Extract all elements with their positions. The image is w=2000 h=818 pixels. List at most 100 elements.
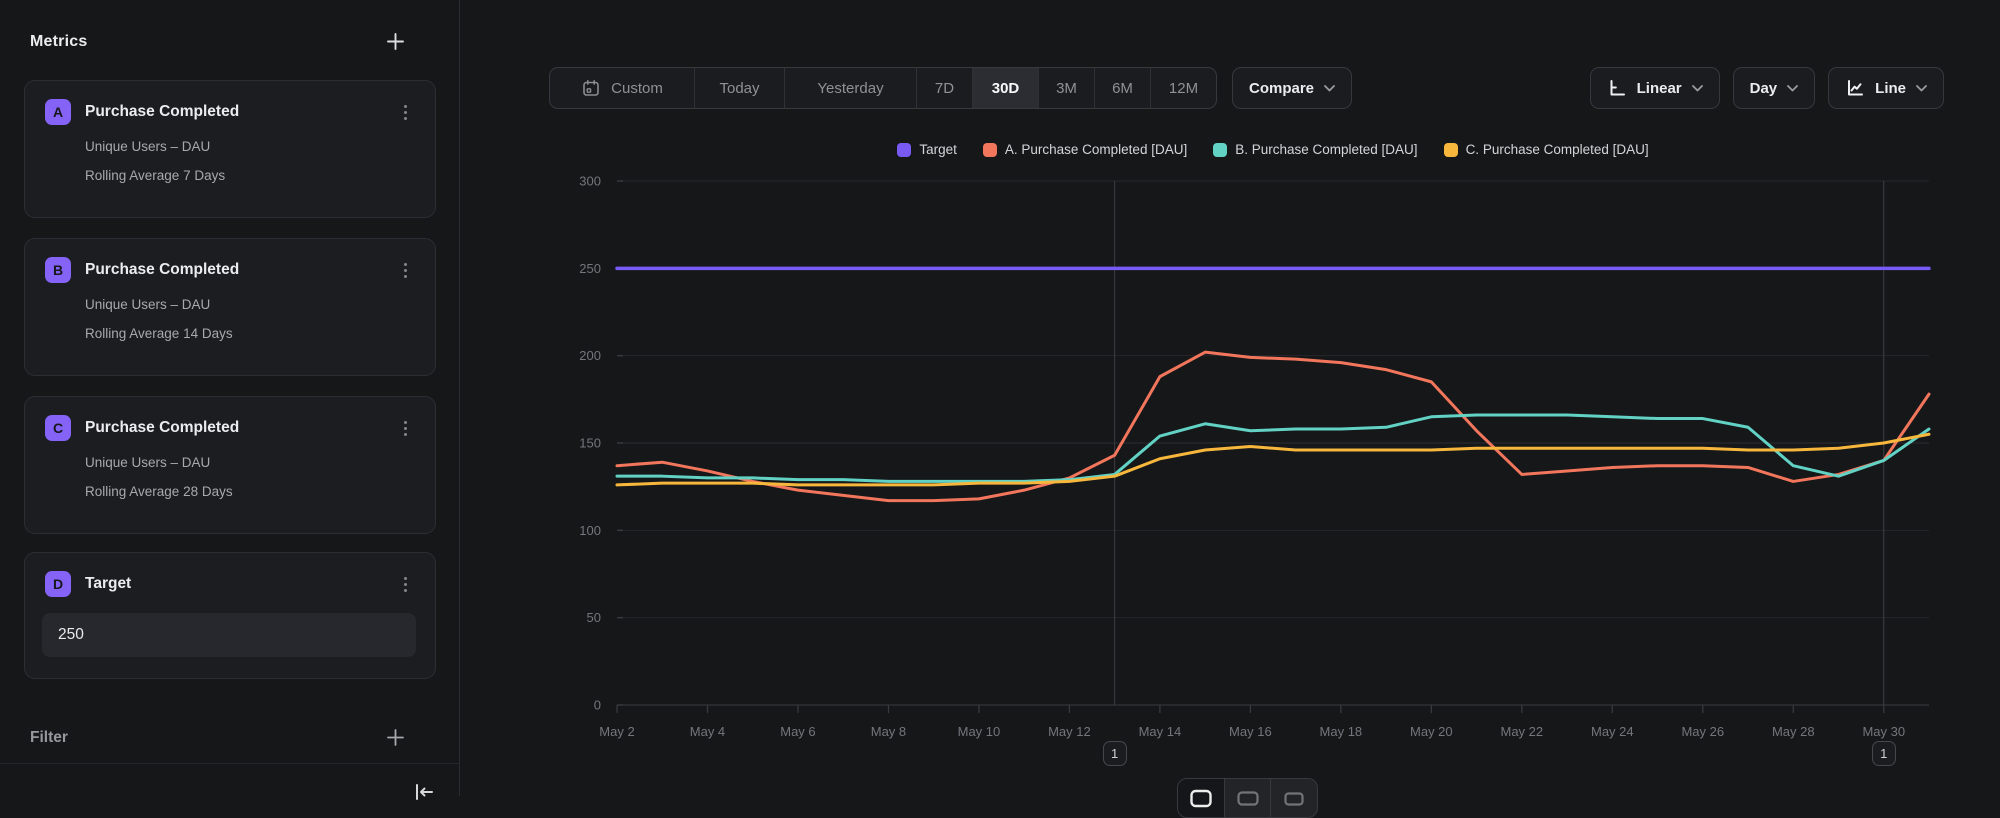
metric-badge: B [45,257,71,283]
svg-text:May 12: May 12 [1048,724,1091,739]
add-metric-button[interactable] [384,30,407,53]
metric-transform: Rolling Average 7 Days [85,168,417,183]
chart-type-button[interactable]: Line [1828,67,1944,109]
range-30d[interactable]: 30D [972,68,1038,108]
chevron-down-icon [1787,85,1798,92]
kebab-vertical-icon [404,111,407,114]
metric-menu-button[interactable] [393,258,417,282]
svg-text:May 16: May 16 [1229,724,1272,739]
chevron-down-icon [1324,85,1335,92]
svg-text:May 20: May 20 [1410,724,1453,739]
target-value-input[interactable] [42,613,416,657]
target-card-header: D Target [45,571,417,597]
svg-text:May 24: May 24 [1591,724,1634,739]
metric-card-a[interactable]: A Purchase Completed Unique Users – DAU … [24,80,436,218]
range-today[interactable]: Today [694,68,784,108]
metric-card-header: B Purchase Completed [45,257,417,283]
scale-label: Linear [1637,80,1682,97]
compare-label: Compare [1249,80,1314,97]
range-yesterday[interactable]: Yesterday [784,68,916,108]
filter-label: Filter [30,729,68,747]
svg-text:May 18: May 18 [1320,724,1363,739]
svg-text:150: 150 [579,436,601,451]
metric-measure: Unique Users – DAU [85,455,417,470]
metric-card-header: C Purchase Completed [45,415,417,441]
range-12m[interactable]: 12M [1150,68,1216,108]
svg-text:May 4: May 4 [690,724,725,739]
card-large-icon [1189,789,1213,809]
svg-text:100: 100 [579,523,601,538]
kebab-vertical-icon [404,269,407,272]
metric-title: Purchase Completed [85,419,393,437]
range-6m[interactable]: 6M [1094,68,1150,108]
svg-text:May 22: May 22 [1501,724,1544,739]
card-size-small-button[interactable] [1270,779,1317,817]
chevron-down-icon [1916,85,1927,92]
granularity-label: Day [1750,80,1778,97]
range-3m[interactable]: 3M [1038,68,1094,108]
metric-transform: Rolling Average 14 Days [85,326,417,341]
svg-text:May 2: May 2 [599,724,634,739]
line-chart-icon [1845,78,1865,98]
range-custom[interactable]: Custom [550,68,694,108]
annotation-badge[interactable]: 1 [1872,741,1896,766]
metric-measure: Unique Users – DAU [85,139,417,154]
plus-icon [386,32,405,51]
calendar-icon [581,78,601,98]
target-badge: D [45,571,71,597]
chart-panel: Custom Today Yesterday 7D 30D 3M 6M 12M … [460,0,2000,796]
chart-options-group: Linear Day Line [1590,67,1944,109]
chart-svg: 0 50 100 150 200 250 300 May 2 May 4 May 6 May 8 Ma… [460,116,2000,796]
svg-text:250: 250 [579,261,601,276]
metric-card-b[interactable]: B Purchase Completed Unique Users – DAU … [24,238,436,376]
range-7d[interactable]: 7D [916,68,972,108]
svg-text:May 6: May 6 [780,724,815,739]
compare-button[interactable]: Compare [1232,67,1352,109]
card-size-large-button[interactable] [1178,779,1224,817]
svg-text:0: 0 [594,698,601,713]
metric-transform: Rolling Average 28 Days [85,484,417,499]
chart-type-label: Line [1875,80,1906,97]
card-medium-icon [1236,789,1260,809]
svg-text:May 8: May 8 [871,724,906,739]
svg-text:May 30: May 30 [1862,724,1905,739]
target-menu-button[interactable] [393,572,417,596]
plus-icon [386,728,405,747]
collapse-sidebar-button[interactable] [411,780,437,804]
line-chart[interactable]: 0 50 100 150 200 250 300 May 2 May 4 May 6 May 8 Ma… [460,116,2000,796]
card-size-toggle [1177,778,1318,818]
metric-badge: C [45,415,71,441]
kebab-vertical-icon [404,583,407,586]
svg-text:May 26: May 26 [1681,724,1724,739]
target-card[interactable]: D Target [24,552,436,679]
dashboard: { "sidebar": { "title": "Metrics", "metr… [0,0,2000,796]
metric-title: Purchase Completed [85,261,393,279]
metric-title: Purchase Completed [85,103,393,121]
date-range-control: Custom Today Yesterday 7D 30D 3M 6M 12M [549,67,1217,109]
granularity-button[interactable]: Day [1733,67,1816,109]
annotation-badge[interactable]: 1 [1103,741,1127,766]
metric-card-c[interactable]: C Purchase Completed Unique Users – DAU … [24,396,436,534]
scale-button[interactable]: Linear [1590,67,1720,109]
metric-measure: Unique Users – DAU [85,297,417,312]
metric-badge: A [45,99,71,125]
card-size-medium-button[interactable] [1224,779,1271,817]
svg-text:May 10: May 10 [958,724,1001,739]
svg-text:200: 200 [579,348,601,363]
sidebar-footer [0,763,459,796]
chevron-down-icon [1692,85,1703,92]
svg-text:May 14: May 14 [1139,724,1182,739]
filter-section: Filter [30,726,407,749]
svg-text:May 28: May 28 [1772,724,1815,739]
target-title: Target [85,575,393,593]
metric-menu-button[interactable] [393,100,417,124]
card-small-icon [1282,789,1306,809]
sidebar-header: Metrics [30,30,407,53]
metric-menu-button[interactable] [393,416,417,440]
sidebar-title: Metrics [30,33,87,51]
svg-text:300: 300 [579,174,601,189]
kebab-vertical-icon [404,427,407,430]
collapse-left-icon [413,782,435,802]
add-filter-button[interactable] [384,726,407,749]
svg-text:50: 50 [587,610,601,625]
